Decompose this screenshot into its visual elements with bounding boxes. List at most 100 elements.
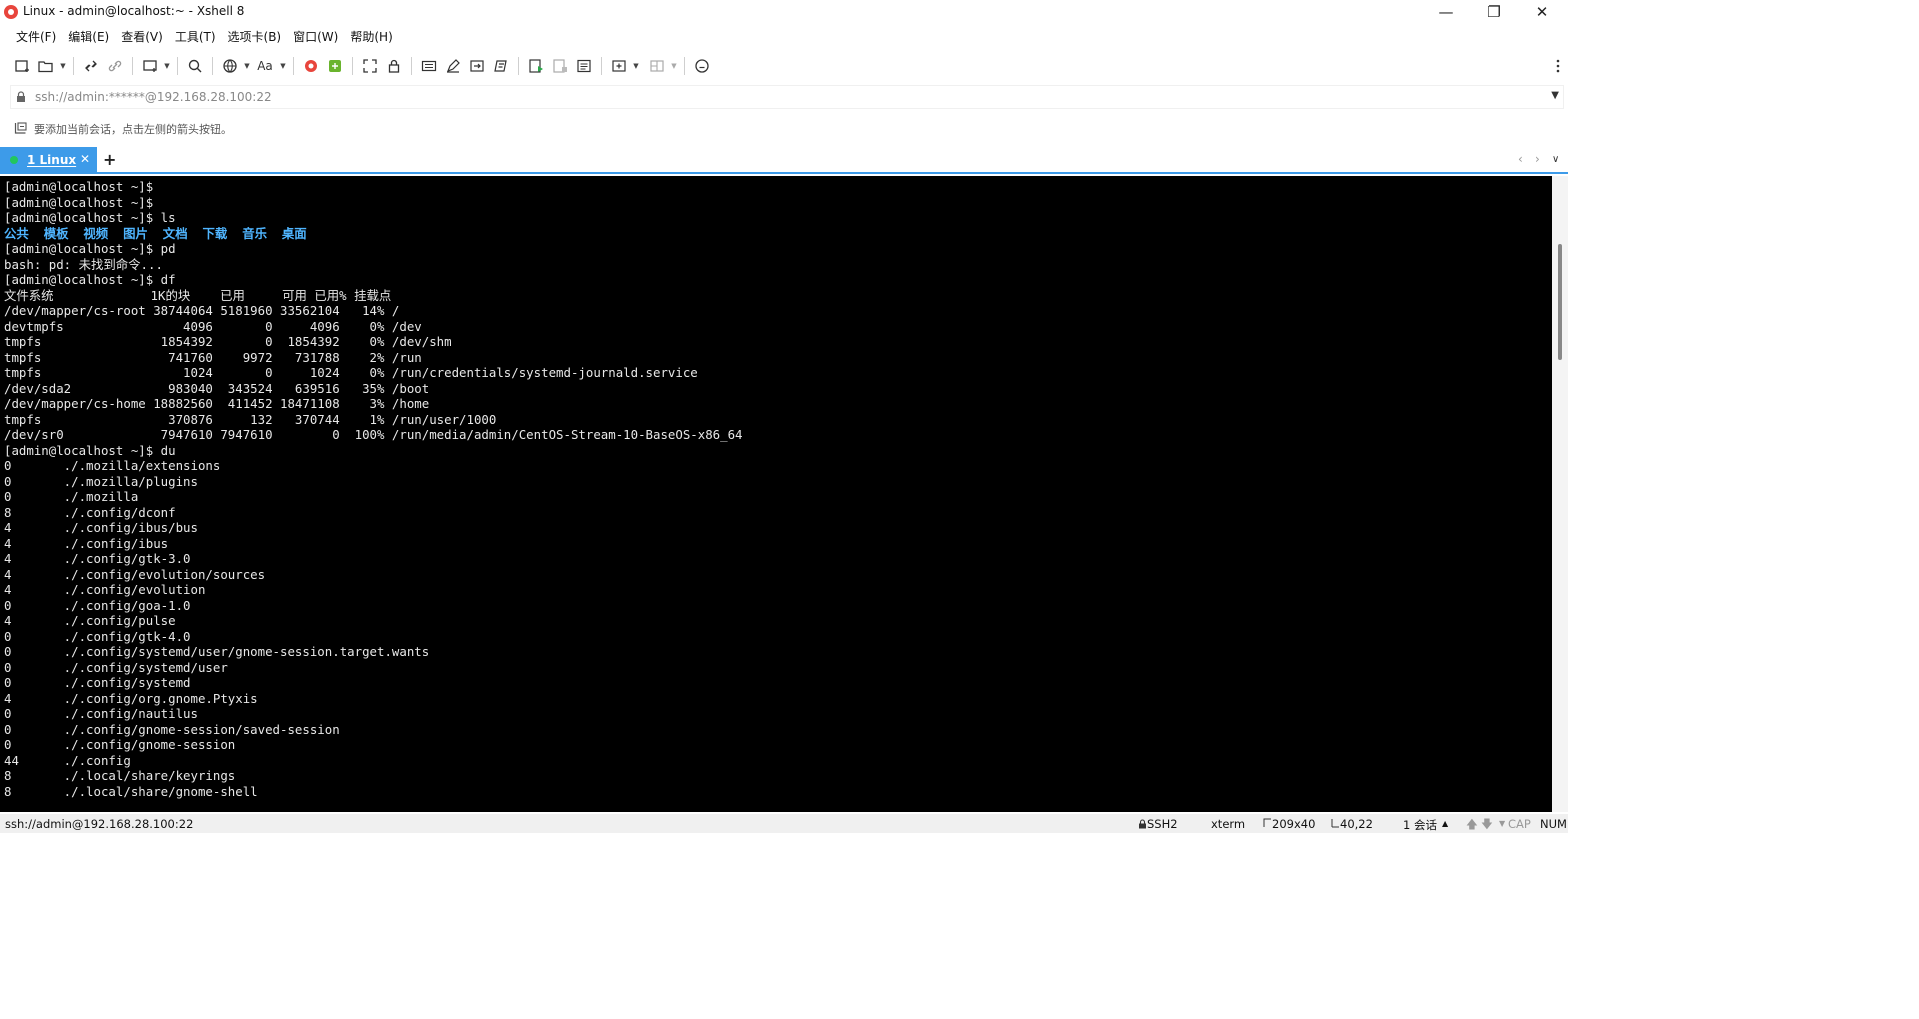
open-folder-icon[interactable] <box>34 54 58 78</box>
new-tab-icon[interactable] <box>607 54 631 78</box>
sessions-up-icon[interactable]: ▲ <box>1442 819 1448 828</box>
toolbar-divider <box>684 57 685 75</box>
log-viewer-icon[interactable] <box>572 54 596 78</box>
properties-dropdown-icon[interactable]: ▼ <box>162 54 172 78</box>
size-label: 209x40 <box>1272 817 1316 831</box>
scroll-up-icon[interactable]: 🡅 <box>1466 817 1478 836</box>
close-button[interactable]: ✕ <box>1518 0 1566 24</box>
arrows-dropdown-icon[interactable]: ▼ <box>1499 819 1505 828</box>
globe-icon[interactable] <box>218 54 242 78</box>
session-hint-text: 要添加当前会话，点击左侧的箭头按钮。 <box>34 123 232 136</box>
terminal-line: 0 ./.config/gtk-4.0 <box>4 628 191 644</box>
open-dropdown-icon[interactable]: ▼ <box>58 54 68 78</box>
terminal-scrollbar[interactable] <box>1552 176 1568 812</box>
search-icon[interactable] <box>183 54 207 78</box>
fullscreen-icon[interactable] <box>358 54 382 78</box>
menu-edit[interactable]: 编辑(E) <box>62 27 115 47</box>
menu-tab[interactable]: 选项卡(B) <box>222 27 288 47</box>
terminal-line: 4 ./.config/pulse <box>4 613 176 628</box>
xmanager-icon[interactable] <box>299 54 323 78</box>
toolbar-divider <box>601 57 602 75</box>
chat-icon[interactable] <box>690 54 714 78</box>
terminal-line: tmpfs 1854392 0 1854392 0% /dev/shm <box>4 334 452 349</box>
toolbar-divider <box>411 57 412 75</box>
status-sessions[interactable]: 1 会话 <box>1403 817 1437 833</box>
layout-icon[interactable] <box>645 54 669 78</box>
new-tab-dropdown-icon[interactable]: ▼ <box>631 54 641 78</box>
tab-list-dropdown-icon[interactable]: ∨ <box>1552 154 1559 165</box>
menu-view[interactable]: 查看(V) <box>115 27 169 47</box>
toolbar-divider <box>132 57 133 75</box>
font-dropdown-icon[interactable]: ▼ <box>278 54 288 78</box>
tab-prev-icon[interactable]: ‹ <box>1518 152 1523 166</box>
transfer-icon[interactable] <box>465 54 489 78</box>
terminal-line: 0 ./.config/systemd <box>4 675 191 690</box>
terminal-line: 文件系统 1K的块 已用 可用 已用% 挂载点 <box>4 287 392 303</box>
terminal-line: 0 ./.config/systemd/user/gnome-session.t… <box>4 644 430 659</box>
minimize-button[interactable]: — <box>1422 0 1470 24</box>
address-bar[interactable]: ssh://admin:******@192.168.28.100:22 ▼ <box>10 85 1564 109</box>
terminal-line: [admin@localhost ~]$ <box>4 194 154 210</box>
menu-window[interactable]: 窗口(W) <box>287 27 344 47</box>
add-tab-button[interactable]: + <box>103 150 116 169</box>
terminal-line: 44 ./.config <box>4 752 131 768</box>
terminal-line: 0 ./.mozilla/extensions <box>4 458 221 473</box>
terminal-line: 0 ./.config/nautilus <box>4 706 198 721</box>
tab-close-icon[interactable]: ✕ <box>80 152 90 166</box>
protocol-label: SSH2 <box>1147 817 1178 831</box>
scroll-down-icon[interactable]: 🡇 <box>1481 817 1493 836</box>
tab-linux[interactable]: 1 Linux ✕ <box>0 147 97 173</box>
status-cursor: 40,22 <box>1331 817 1373 831</box>
reconnect-icon[interactable] <box>79 54 103 78</box>
keyboard-icon[interactable] <box>417 54 441 78</box>
address-history-dropdown-icon[interactable]: ▼ <box>1551 90 1559 101</box>
address-input[interactable]: ssh://admin:******@192.168.28.100:22 <box>31 90 272 104</box>
disconnect-icon[interactable] <box>103 54 127 78</box>
terminal-line: /dev/sr0 7947610 7947610 0 100% /run/med… <box>4 427 743 442</box>
status-bar: ssh://admin@192.168.28.100:22 SSH2 xterm… <box>0 814 1568 833</box>
menu-tools[interactable]: 工具(T) <box>169 27 222 47</box>
toolbar-divider <box>518 57 519 75</box>
menu-file[interactable]: 文件(F) <box>10 27 62 47</box>
terminal-line: 4 ./.config/gtk-3.0 <box>4 551 191 566</box>
encoding-dropdown-icon[interactable]: ▼ <box>242 54 252 78</box>
add-session-arrow-icon[interactable] <box>14 121 28 138</box>
tab-next-icon[interactable]: › <box>1535 152 1540 166</box>
toolbar: ▼ ▼ ▼ Aa ▼ ▼ ▼ <box>0 52 1568 80</box>
terminal-line: tmpfs 1024 0 1024 0% /run/credentials/sy… <box>4 365 698 380</box>
terminal-line: bash: pd: 未找到命令... <box>4 256 163 272</box>
terminal-line: /dev/mapper/cs-root 38744064 5181960 335… <box>4 303 400 318</box>
cursor-label: 40,22 <box>1340 817 1373 831</box>
lock-icon[interactable] <box>382 54 406 78</box>
session-properties-icon[interactable] <box>138 54 162 78</box>
scrollbar-thumb[interactable] <box>1558 244 1562 360</box>
new-session-icon[interactable] <box>10 54 34 78</box>
toolbar-divider <box>352 57 353 75</box>
lock-icon <box>1139 819 1146 829</box>
terminal-line: tmpfs 370876 132 370744 1% /run/user/100… <box>4 411 497 427</box>
font-icon[interactable]: Aa <box>252 54 278 78</box>
more-options-icon[interactable] <box>1550 54 1566 78</box>
menu-help[interactable]: 帮助(H) <box>344 27 398 47</box>
terminal-output[interactable]: [admin@localhost ~]$ [admin@localhost ~]$… <box>0 176 1552 812</box>
window-title: Linux - admin@localhost:~ - Xshell 8 <box>23 4 245 18</box>
maximize-button[interactable]: ❐ <box>1470 0 1518 24</box>
terminal-line: devtmpfs 4096 0 4096 0% /dev <box>4 318 422 334</box>
terminal-line: 0 ./.mozilla <box>4 489 139 504</box>
start-logging-icon[interactable] <box>524 54 548 78</box>
stop-logging-icon[interactable] <box>548 54 572 78</box>
compose-icon[interactable] <box>441 54 465 78</box>
lock-icon <box>11 91 31 103</box>
xftp-icon[interactable] <box>323 54 347 78</box>
status-size: 209x40 <box>1263 817 1315 831</box>
cursor-position-icon <box>1331 819 1339 828</box>
xshell-logo-icon <box>4 5 18 19</box>
terminal-line: /dev/mapper/cs-home 18882560 411452 1847… <box>4 396 430 411</box>
layout-dropdown-icon[interactable]: ▼ <box>669 54 679 78</box>
menu-bar: 文件(F) 编辑(E) 查看(V) 工具(T) 选项卡(B) 窗口(W) 帮助(… <box>0 26 1568 48</box>
terminal-line: 4 ./.config/evolution <box>4 582 206 597</box>
terminal-text: [admin@localhost ~]$ [admin@localhost ~]$… <box>4 179 743 799</box>
script-icon[interactable] <box>489 54 513 78</box>
terminal-line: tmpfs 741760 9972 731788 2% /run <box>4 349 422 365</box>
terminal-line: [admin@localhost ~]$ <box>4 179 154 194</box>
